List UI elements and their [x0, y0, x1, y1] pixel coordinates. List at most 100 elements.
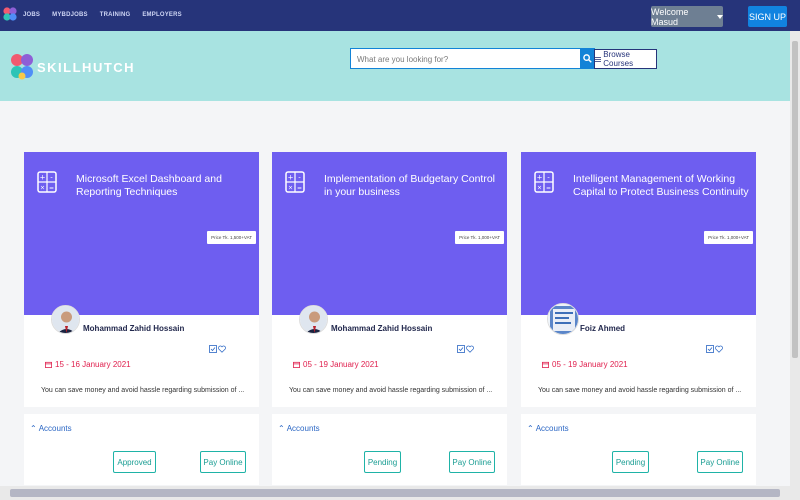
course-category-label: Accounts	[286, 424, 320, 433]
course-card-footer: ⌃ Accounts Approved Pay Online	[24, 414, 259, 485]
trainer-name[interactable]: Mohammad Zahid Hossain	[331, 324, 432, 333]
course-date: 05 - 19 January 2021	[542, 360, 628, 369]
course-category[interactable]: ⌃ Accounts	[527, 424, 569, 433]
course-card-info: Foiz Ahmed 05 - 19 January 2021 You can …	[521, 303, 756, 407]
search-input[interactable]	[351, 50, 580, 69]
skillhutch-logo-icon	[11, 54, 33, 80]
course-card[interactable]: + - × = Intelligent Management of Workin…	[521, 152, 756, 485]
browse-courses-button[interactable]: Browse Courses	[594, 49, 657, 69]
svg-text:-: -	[298, 174, 301, 182]
brand-logo[interactable]: SKILLHUTCH	[9, 52, 135, 82]
calendar-icon	[542, 361, 549, 368]
course-category[interactable]: ⌃ Accounts	[30, 424, 72, 433]
svg-text:×: ×	[288, 185, 293, 192]
heart-icon[interactable]	[218, 345, 226, 353]
svg-text:-: -	[50, 174, 53, 182]
chevron-up-icon: ⌃	[527, 424, 534, 433]
nav-link-mybdjobs[interactable]: MYBDJOBS	[52, 12, 88, 18]
user-menu-button[interactable]: Welcome Masud	[651, 6, 723, 27]
horizontal-scrollbar[interactable]	[0, 486, 800, 500]
skillhutch-mini-logo[interactable]	[2, 6, 18, 22]
svg-text:+: +	[288, 174, 294, 182]
trainer-name[interactable]: Foiz Ahmed	[580, 324, 625, 333]
status-button[interactable]: Approved	[113, 451, 156, 473]
brand-name: SKILLHUTCH	[37, 59, 136, 75]
course-card[interactable]: + - × = Implementation of Budgetary Cont…	[272, 152, 507, 485]
checkbox-icon[interactable]	[209, 345, 217, 353]
trainer-avatar	[51, 305, 80, 334]
course-date-text: 15 - 16 January 2021	[55, 360, 131, 369]
caret-down-icon	[717, 14, 723, 19]
calculator-icon: + - × =	[534, 171, 554, 193]
course-card-info: Mohammad Zahid Hossain 05 - 19 January 2…	[272, 305, 507, 407]
vertical-scrollbar[interactable]	[790, 31, 800, 486]
course-card-footer: ⌃ Accounts Pending Pay Online	[272, 414, 507, 485]
course-date: 15 - 16 January 2021	[45, 360, 131, 369]
price-badge: Price Tk. 1,500+VAT	[207, 231, 256, 244]
calculator-icon: + - × =	[37, 171, 57, 193]
status-button[interactable]: Pending	[612, 451, 649, 473]
svg-text:×: ×	[40, 185, 45, 192]
browse-courses-label: Browse Courses	[603, 50, 634, 68]
checkbox-icon[interactable]	[706, 345, 714, 353]
svg-text:=: =	[49, 185, 54, 192]
course-card-footer: ⌃ Accounts Pending Pay Online	[521, 414, 756, 485]
svg-text:+: +	[537, 174, 543, 182]
trainer-avatar	[299, 305, 328, 334]
horizontal-scrollbar-thumb[interactable]	[10, 489, 780, 497]
card-actions	[706, 345, 723, 353]
card-actions	[457, 345, 474, 353]
course-title[interactable]: Intelligent Management of Working Capita…	[573, 173, 753, 199]
search-button[interactable]	[580, 48, 595, 69]
search-icon	[583, 54, 592, 63]
trainer-avatar	[547, 303, 579, 335]
search-box	[350, 48, 581, 69]
course-card[interactable]: + - × = Microsoft Excel Dashboard and Re…	[24, 152, 259, 485]
course-title[interactable]: Microsoft Excel Dashboard and Reporting …	[76, 173, 256, 199]
course-card-hero: + - × = Implementation of Budgetary Cont…	[272, 152, 507, 315]
price-badge: Price Tk. 1,000+VAT	[704, 231, 753, 244]
checkbox-icon[interactable]	[457, 345, 465, 353]
nav-link-employers[interactable]: EMPLOYERS	[142, 12, 181, 18]
svg-text:×: ×	[537, 185, 542, 192]
course-description: You can save money and avoid hassle rega…	[41, 387, 245, 394]
site-header: SKILLHUTCH Browse Courses	[0, 31, 800, 101]
status-button[interactable]: Pending	[364, 451, 401, 473]
calendar-icon	[45, 361, 52, 368]
heart-icon[interactable]	[466, 345, 474, 353]
nav-links: JOBS MYBDJOBS TRAINING EMPLOYERS	[23, 12, 182, 18]
chevron-up-icon: ⌃	[30, 424, 37, 433]
signup-button[interactable]: SIGN UP	[748, 6, 787, 27]
vertical-scrollbar-thumb[interactable]	[792, 41, 798, 358]
trainer-name[interactable]: Mohammad Zahid Hossain	[83, 324, 184, 333]
heart-icon[interactable]	[715, 345, 723, 353]
pay-online-button[interactable]: Pay Online	[200, 451, 246, 473]
course-description: You can save money and avoid hassle rega…	[538, 387, 742, 394]
svg-text:=: =	[297, 185, 302, 192]
price-badge: Price Tk. 1,000+VAT	[455, 231, 504, 244]
pay-online-button[interactable]: Pay Online	[697, 451, 743, 473]
list-icon	[595, 56, 602, 62]
course-category[interactable]: ⌃ Accounts	[278, 424, 320, 433]
course-date-text: 05 - 19 January 2021	[303, 360, 379, 369]
svg-text:=: =	[546, 185, 551, 192]
calculator-icon: + - × =	[285, 171, 305, 193]
course-card-hero: + - × = Intelligent Management of Workin…	[521, 152, 756, 315]
course-description: You can save money and avoid hassle rega…	[289, 387, 493, 394]
nav-link-jobs[interactable]: JOBS	[23, 12, 40, 18]
svg-text:+: +	[40, 174, 46, 182]
course-date: 05 - 19 January 2021	[293, 360, 379, 369]
card-actions	[209, 345, 226, 353]
course-title[interactable]: Implementation of Budgetary Control in y…	[324, 173, 504, 199]
course-category-label: Accounts	[38, 424, 72, 433]
course-category-label: Accounts	[535, 424, 569, 433]
calendar-icon	[293, 361, 300, 368]
pay-online-button[interactable]: Pay Online	[449, 451, 495, 473]
svg-text:-: -	[547, 174, 550, 182]
user-menu-label: Welcome Masud	[651, 6, 689, 27]
nav-link-training[interactable]: TRAINING	[100, 12, 131, 18]
course-card-info: Mohammad Zahid Hossain 15 - 16 January 2…	[24, 305, 259, 407]
chevron-up-icon: ⌃	[278, 424, 285, 433]
top-navbar: JOBS MYBDJOBS TRAINING EMPLOYERS Welcome…	[0, 0, 800, 31]
course-date-text: 05 - 19 January 2021	[552, 360, 628, 369]
